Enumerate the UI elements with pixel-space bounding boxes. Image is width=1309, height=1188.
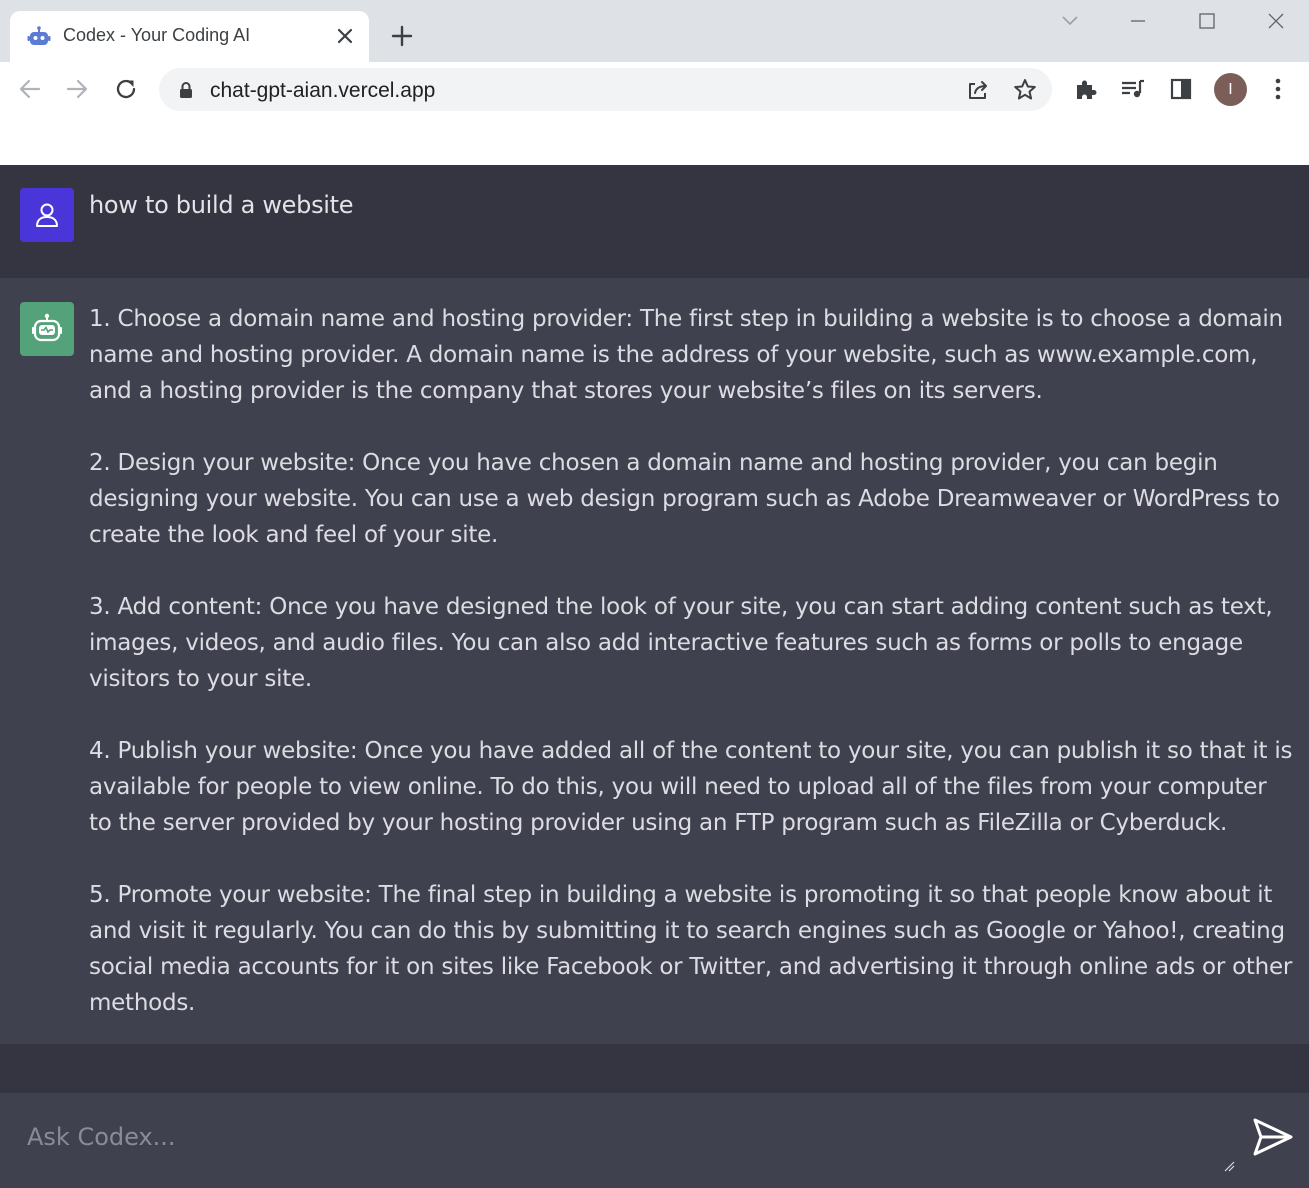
browser-tab[interactable]: Codex - Your Coding AI [10,11,369,62]
chat-composer [0,1093,1309,1188]
plus-icon[interactable] [389,23,415,49]
response-step: 3. Add content: Once you have designed t… [89,594,1273,692]
response-step: 4. Publish your website: Once you have a… [89,738,1293,836]
maximize-icon[interactable] [1194,8,1220,34]
response-step: 1. Choose a domain name and hosting prov… [89,306,1283,404]
ai-message: 1. Choose a domain name and hosting prov… [0,278,1309,1044]
user-avatar [20,188,74,242]
media-queue-icon[interactable] [1119,75,1147,103]
address-bar[interactable]: chat-gpt-aian.vercel.app [159,68,1052,111]
ai-response-text: 1. Choose a domain name and hosting prov… [89,301,1294,1057]
user-icon [36,203,58,227]
lock-icon[interactable] [179,81,193,99]
user-message: how to build a website [0,165,1309,278]
chevron-down-icon[interactable] [1057,8,1083,34]
puzzle-icon[interactable] [1072,75,1100,103]
robot-icon [32,313,62,342]
browser-toolbar: chat-gpt-aian.vercel.app I [0,62,1309,117]
star-icon[interactable] [1011,76,1039,104]
kebab-menu-icon[interactable] [1264,75,1292,103]
browser-tab-strip: Codex - Your Coding AI [0,0,1309,62]
ai-avatar [20,302,74,356]
send-icon[interactable] [1252,1117,1294,1157]
reload-icon[interactable] [112,75,140,103]
minimize-icon[interactable] [1125,8,1151,34]
url-text: chat-gpt-aian.vercel.app [210,79,436,102]
share-icon[interactable] [964,76,992,104]
resize-grip-icon[interactable] [1223,1160,1235,1172]
forward-arrow-icon[interactable] [63,75,91,103]
user-message-text: how to build a website [89,191,354,219]
profile-avatar[interactable]: I [1214,73,1247,106]
back-arrow-icon[interactable] [16,75,44,103]
response-step: 5. Promote your website: The final step … [89,882,1293,1016]
robot-icon [27,26,51,45]
close-icon[interactable] [1263,8,1289,34]
chat-page: how to build a website 1. Choose a domai… [0,165,1309,1188]
bookmark-bar [0,117,1309,165]
tab-title: Codex - Your Coding AI [63,25,251,45]
ask-input[interactable] [0,1093,1240,1188]
side-panel-icon[interactable] [1167,75,1195,103]
close-icon[interactable] [333,24,357,48]
response-step: 2. Design your website: Once you have ch… [89,450,1280,548]
